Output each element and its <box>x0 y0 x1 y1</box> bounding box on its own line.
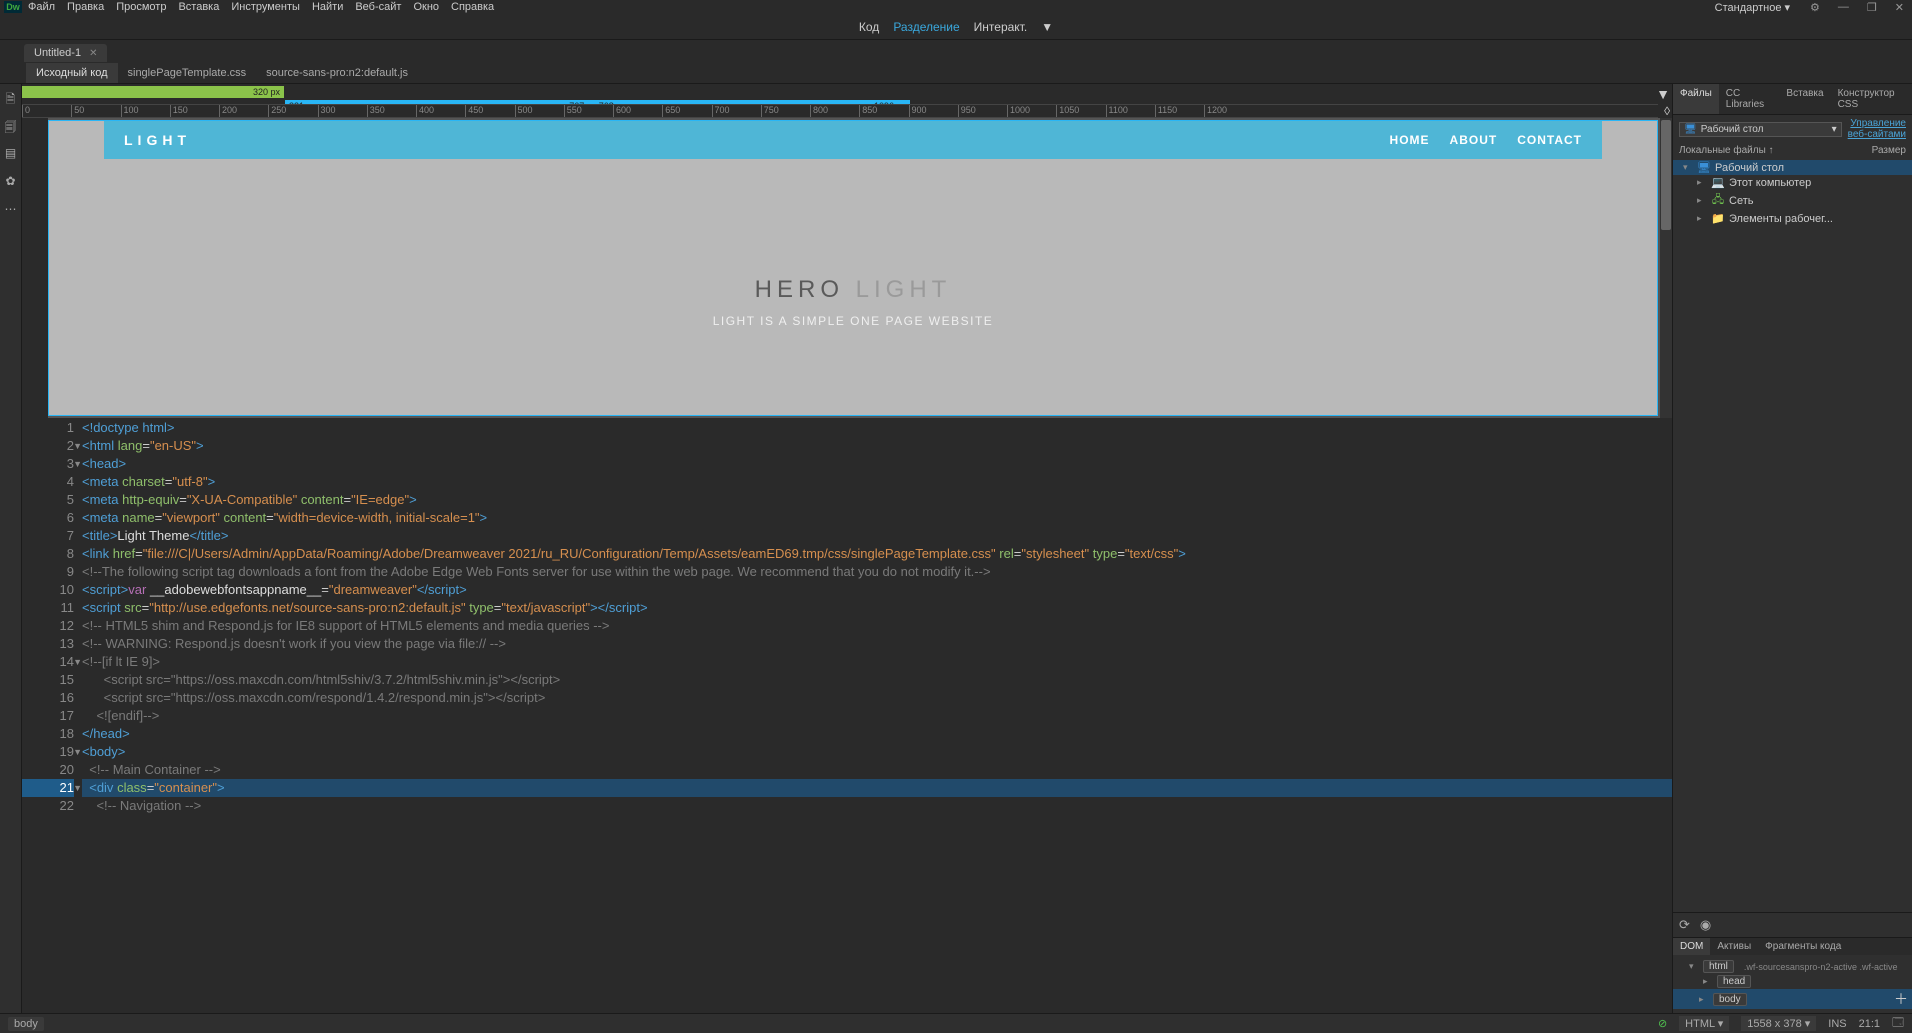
dom-node[interactable]: ▸body＋ <box>1673 989 1912 1009</box>
preview-hero: HERO LIGHT LIGHT IS A SIMPLE ONE PAGE WE… <box>49 276 1657 328</box>
view-mode-bar: Код Разделение Интеракт. ▼ <box>0 14 1912 40</box>
menu-file[interactable]: Файл <box>28 1 55 13</box>
source-tab[interactable]: source-sans-pro:n2:default.js <box>256 63 418 83</box>
dom-add-icon[interactable]: ＋ <box>1894 989 1908 1009</box>
menubar: Dw Файл Правка Просмотр Вставка Инструме… <box>0 0 1912 14</box>
preview-header: LIGHT HOME ABOUT CONTACT <box>104 121 1602 159</box>
tree-item[interactable]: ▸📁Элементы рабочег... <box>1673 211 1912 226</box>
preview-nav-about[interactable]: ABOUT <box>1450 133 1498 147</box>
document-tab-close-icon[interactable]: ✕ <box>89 48 97 59</box>
media-query-bar: 320 px 321 px 767 px 768 px 1096 px ▼ 05… <box>22 84 1672 118</box>
code-area[interactable]: <!doctype html><html lang="en-US"><head>… <box>82 418 1672 1013</box>
statusbar: body ⊘ HTML ▾ 1558 x 378 ▾ INS 21:1 🗔 <box>0 1013 1912 1033</box>
dom-toolbar: ⟳ ◉ <box>1673 912 1912 938</box>
files-col-local[interactable]: Локальные файлы ↑ <box>1679 145 1872 156</box>
mq-range-green[interactable]: 320 px <box>22 86 284 98</box>
source-tab[interactable]: singlePageTemplate.css <box>118 63 257 83</box>
dom-panel-tabs: DOM Активы Фрагменты кода <box>1673 938 1912 955</box>
status-ok-icon[interactable]: ⊘ <box>1658 1017 1667 1030</box>
document-tab-title: Untitled-1 <box>34 47 81 59</box>
tag-breadcrumb[interactable]: body <box>8 1017 44 1031</box>
preview-canvas[interactable]: LIGHT HOME ABOUT CONTACT HERO LIGHT LIGH… <box>48 120 1658 416</box>
ruler-handle-icon[interactable]: ◊ <box>1664 104 1670 118</box>
document-tabs: Untitled-1 ✕ <box>0 40 1912 62</box>
tree-item[interactable]: ▸💻Этот компьютер <box>1673 175 1912 190</box>
dom-tree: ▾html.wf-sourcesanspro-n2-active .wf-act… <box>1673 955 1912 1013</box>
ruler: 0501001502002503003504004505005506006507… <box>22 104 1658 118</box>
globe-icon[interactable]: ◉ <box>1700 917 1711 933</box>
files-col-size[interactable]: Размер <box>1872 145 1906 156</box>
menu-find[interactable]: Найти <box>312 1 343 13</box>
panel-tab-snippets[interactable]: Фрагменты кода <box>1758 938 1848 955</box>
files-tree: ▾🖥Рабочий стол▸💻Этот компьютер▸🖧Сеть▸📁Эл… <box>1673 158 1912 228</box>
files-icon[interactable]: 🗐 <box>4 118 18 132</box>
settings-icon[interactable]: ⚙ <box>1806 1 1824 14</box>
css-icon[interactable]: ▤ <box>4 146 18 160</box>
menu-insert[interactable]: Вставка <box>178 1 219 13</box>
left-tool-rail: 🗎 🗐 ▤ ✿ ⋯ <box>0 84 22 1013</box>
menu-help[interactable]: Справка <box>451 1 494 13</box>
code-editor[interactable]: 12▼3▼4567891011121314▼1516171819▼2021▼22… <box>22 418 1672 1013</box>
status-dims[interactable]: 1558 x 378 ▾ <box>1741 1016 1816 1031</box>
close-icon[interactable]: ✕ <box>1891 1 1908 14</box>
gear-icon[interactable]: ✿ <box>4 174 18 188</box>
site-combo[interactable]: 🖥 Рабочий стол ▾ <box>1679 122 1842 137</box>
panel-tab-files[interactable]: Файлы <box>1673 84 1719 114</box>
files-panel-tabs: Файлы CC Libraries Вставка Конструктор C… <box>1673 84 1912 115</box>
refresh-icon[interactable]: ⟳ <box>1679 917 1690 933</box>
desktop-icon: 🖥 <box>1684 124 1697 135</box>
panel-tab-css[interactable]: Конструктор CSS <box>1831 84 1912 114</box>
tree-item[interactable]: ▸🖧Сеть <box>1673 190 1912 211</box>
status-caret-pos: 21:1 <box>1859 1018 1880 1030</box>
filter-icon[interactable]: ▼ <box>1656 86 1670 102</box>
preview-logo: LIGHT <box>124 132 191 148</box>
preview-scrollbar[interactable] <box>1660 118 1672 418</box>
maximize-icon[interactable]: ❐ <box>1863 1 1881 14</box>
more-icon[interactable]: ⋯ <box>4 202 18 216</box>
dom-node[interactable]: ▾html.wf-sourcesanspro-n2-active .wf-act… <box>1677 959 1908 974</box>
status-preview-icon[interactable]: 🗔 <box>1892 1014 1904 1033</box>
menu-window[interactable]: Окно <box>413 1 439 13</box>
preview-nav-home[interactable]: HOME <box>1390 133 1430 147</box>
source-tab[interactable]: Исходный код <box>26 63 118 83</box>
view-code[interactable]: Код <box>859 20 879 34</box>
view-dropdown-icon[interactable]: ▼ <box>1041 20 1053 34</box>
panel-tab-insert[interactable]: Вставка <box>1779 84 1830 114</box>
menu-site[interactable]: Веб-сайт <box>355 1 401 13</box>
right-panels: Файлы CC Libraries Вставка Конструктор C… <box>1672 84 1912 1013</box>
workspace-switcher[interactable]: Стандартное ▾ <box>1709 1 1796 14</box>
manage-sites-link[interactable]: Управлениевеб-сайтами <box>1848 118 1906 140</box>
live-preview: LIGHT HOME ABOUT CONTACT HERO LIGHT LIGH… <box>22 118 1672 418</box>
menu-tools[interactable]: Инструменты <box>231 1 300 13</box>
status-ins[interactable]: INS <box>1828 1018 1846 1030</box>
dom-node[interactable]: ▸head <box>1677 974 1908 989</box>
status-lang[interactable]: HTML ▾ <box>1679 1016 1729 1031</box>
view-live[interactable]: Интеракт. <box>974 20 1028 34</box>
document-tab[interactable]: Untitled-1 ✕ <box>24 44 107 62</box>
tree-item[interactable]: ▾🖥Рабочий стол <box>1673 160 1912 175</box>
file-icon[interactable]: 🗎 <box>4 90 18 104</box>
source-file-tabs: Исходный код singlePageTemplate.css sour… <box>0 62 1912 84</box>
view-split[interactable]: Разделение <box>893 20 959 34</box>
code-gutter: 12▼3▼4567891011121314▼1516171819▼2021▼22 <box>22 418 82 1013</box>
minimize-icon[interactable]: — <box>1834 1 1853 13</box>
menu-view[interactable]: Просмотр <box>116 1 166 13</box>
panel-tab-cc[interactable]: CC Libraries <box>1719 84 1780 114</box>
panel-tab-assets[interactable]: Активы <box>1710 938 1758 955</box>
preview-nav-contact[interactable]: CONTACT <box>1517 133 1582 147</box>
menu-edit[interactable]: Правка <box>67 1 104 13</box>
app-logo: Dw <box>4 1 22 13</box>
panel-tab-dom[interactable]: DOM <box>1673 938 1710 955</box>
